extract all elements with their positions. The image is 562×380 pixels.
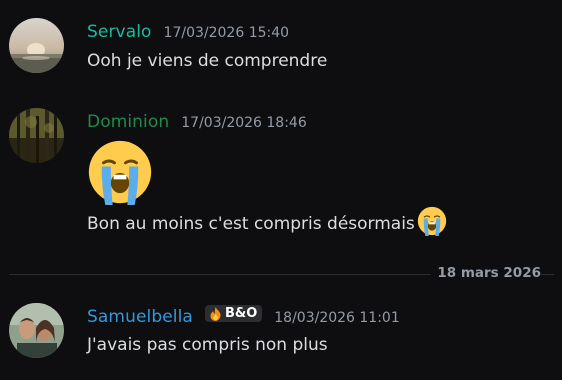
jumbo-emoji[interactable] <box>87 139 554 205</box>
avatar[interactable] <box>9 18 64 73</box>
badge-label: B&O <box>224 306 258 321</box>
avatar-two-people <box>9 303 64 358</box>
message-text: Ooh je viens de comprendre <box>87 51 328 71</box>
message-timestamp: 17/03/2026 15:40 <box>163 25 290 41</box>
author-name[interactable]: Servalo <box>87 22 152 42</box>
author-name[interactable]: Dominion <box>87 112 169 132</box>
server-tag-badge[interactable]: B&O <box>204 305 263 322</box>
avatar-forest <box>9 108 64 163</box>
message-text-line: Bon au moins c'est compris désormais <box>87 206 554 239</box>
author-name[interactable]: Samuelbella <box>87 307 193 327</box>
fire-icon <box>210 306 221 321</box>
avatar[interactable] <box>9 303 64 358</box>
date-divider-label: 18 mars 2026 <box>431 265 541 281</box>
avatar-beach-sunset <box>9 18 64 73</box>
loudly-crying-face-emoji[interactable] <box>417 206 447 236</box>
message-timestamp: 18/03/2026 11:01 <box>274 309 400 326</box>
message-timestamp: 17/03/2026 18:46 <box>181 115 307 131</box>
message-text: J'avais pas compris non plus <box>87 334 328 355</box>
avatar[interactable] <box>9 108 64 163</box>
loudly-crying-face-emoji <box>88 140 152 205</box>
message-text: Bon au moins c'est compris désormais <box>87 214 415 234</box>
